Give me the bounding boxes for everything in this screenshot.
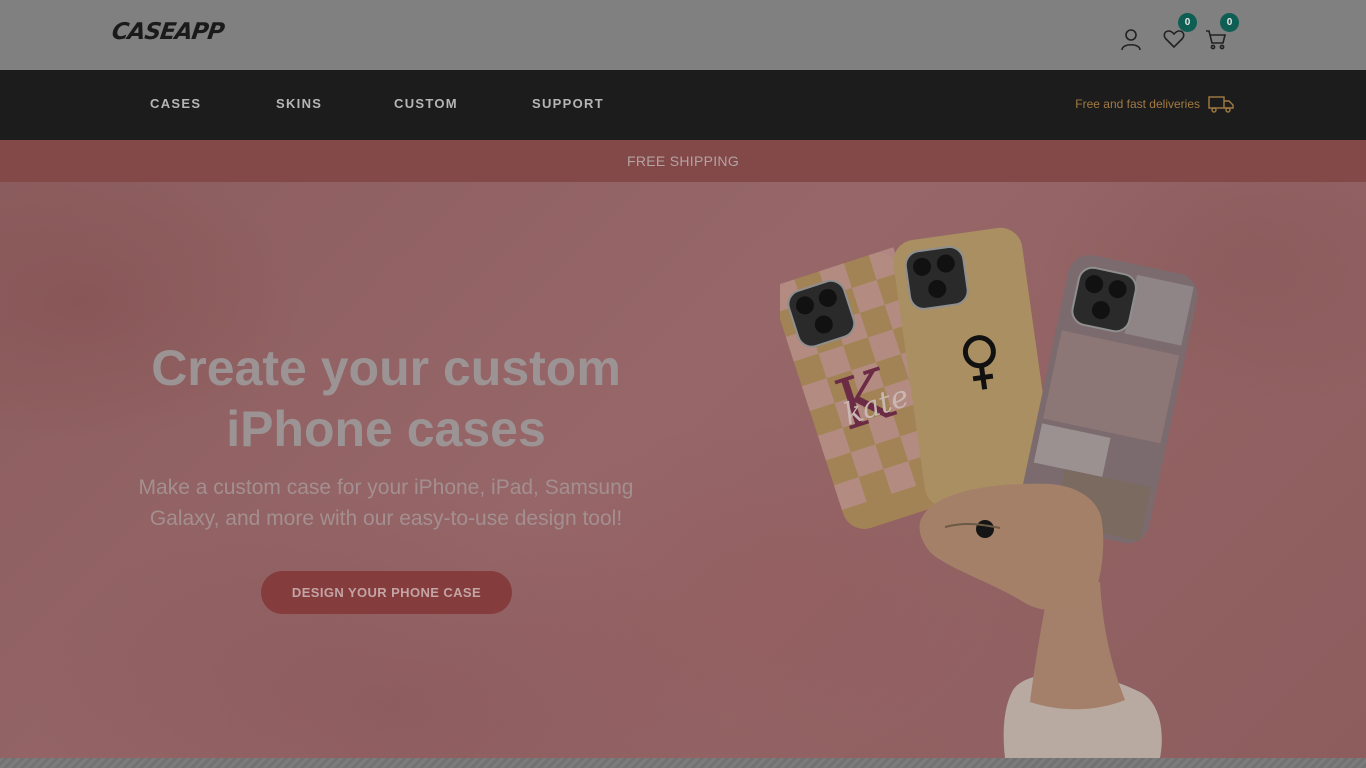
wishlist-button[interactable]: 0 <box>1161 13 1197 52</box>
promo-banner: FREE SHIPPING <box>0 140 1366 182</box>
hero-subtitle-line1: Make a custom case for your iPhone, iPad… <box>138 476 634 499</box>
nav-item-cases[interactable]: CASES <box>150 96 201 111</box>
hero-section: Create your custom iPhone cases Make a c… <box>0 182 1366 758</box>
cart-button[interactable]: 0 <box>1203 13 1239 52</box>
hero-image-phone-cases: K kate <box>780 227 1198 758</box>
hero-subtitle-line2: Galaxy, and more with our easy-to-use de… <box>149 507 623 530</box>
main-nav: CASES SKINS CUSTOM SUPPORT Free and fast… <box>0 70 1366 140</box>
page: CASEAPP 0 0 CASES SKINS CUSTOM SUPPORT F… <box>0 0 1366 768</box>
logo-text: CASEAPP <box>110 19 226 45</box>
ring-stone <box>976 520 994 538</box>
site-logo[interactable]: CASEAPP <box>110 17 225 51</box>
hero-subtitle: Make a custom case for your iPhone, iPad… <box>106 472 666 534</box>
nav-item-custom[interactable]: CUSTOM <box>394 96 458 111</box>
user-icon <box>1121 29 1141 51</box>
cart-count-badge: 0 <box>1220 13 1239 32</box>
account-button[interactable] <box>1118 26 1144 52</box>
site-header: CASEAPP 0 0 <box>0 0 1366 70</box>
promo-text: FREE SHIPPING <box>626 153 740 169</box>
bottom-divider <box>0 758 1366 768</box>
wishlist-count-badge: 0 <box>1178 13 1197 32</box>
nav-item-support[interactable]: SUPPORT <box>532 96 604 111</box>
truck-icon <box>1208 96 1234 113</box>
hand <box>919 483 1104 611</box>
delivery-text: Free and fast deliveries <box>1075 97 1200 111</box>
hero-title: Create your custom iPhone cases <box>96 338 676 460</box>
design-phone-case-button[interactable]: DESIGN YOUR PHONE CASE <box>261 571 512 614</box>
hero-title-line1: Create your custom <box>151 340 621 396</box>
hero-title-line2: iPhone cases <box>226 401 546 457</box>
nav-item-skins[interactable]: SKINS <box>276 96 322 111</box>
cta-label: DESIGN YOUR PHONE CASE <box>291 585 482 600</box>
delivery-info: Free and fast deliveries <box>1075 95 1234 113</box>
